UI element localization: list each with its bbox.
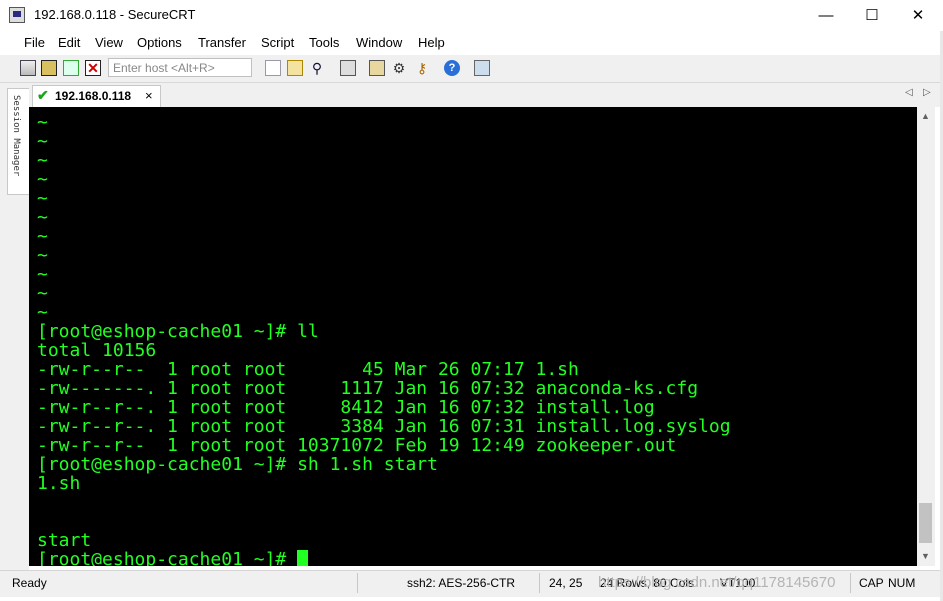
menu-transfer[interactable]: Transfer xyxy=(198,35,246,50)
terminal-line: [root@eshop-cache01 ~]# ll xyxy=(37,321,319,342)
copy-icon[interactable] xyxy=(265,60,281,76)
securecrt-app-icon xyxy=(9,7,25,23)
terminal-cursor xyxy=(297,550,309,566)
reconnect-icon[interactable] xyxy=(41,60,57,76)
status-divider xyxy=(357,573,358,593)
terminal-line: -rw-r--r-- 1 root root 10371072 Feb 19 1… xyxy=(37,435,677,456)
terminal-line: ~ xyxy=(37,283,48,304)
status-state: Ready xyxy=(12,576,47,590)
terminal-line: ~ xyxy=(37,150,48,171)
terminal-line: ~ xyxy=(37,264,48,285)
menu-file[interactable]: File xyxy=(24,35,45,50)
terminal-line: ~ xyxy=(37,207,48,228)
tab-scroll-left-icon[interactable]: ◁ xyxy=(905,87,913,98)
terminal-line: -rw-------. 1 root root 1117 Jan 16 07:3… xyxy=(37,378,699,399)
tab-scroll-right-icon[interactable]: ▷ xyxy=(923,87,931,98)
status-cipher: ssh2: AES-256-CTR xyxy=(407,576,516,590)
menu-edit[interactable]: Edit xyxy=(58,35,80,50)
terminal-line: [root@eshop-cache01 ~]# sh 1.sh start xyxy=(37,454,438,475)
tab-label: 192.168.0.118 xyxy=(55,89,132,103)
close-window-button[interactable]: ✕ xyxy=(895,0,941,31)
session-manager-sidebar: Session Manager xyxy=(0,83,30,573)
minimize-button[interactable]: — xyxy=(803,0,849,31)
quick-connect-input[interactable]: Enter host <Alt+R> xyxy=(108,58,252,77)
menu-view[interactable]: View xyxy=(95,35,123,50)
watermark-text: https://blog.csdn.net/qq1178145670 xyxy=(598,574,836,591)
terminal-line: total 10156 xyxy=(37,340,157,361)
toolbar: ✕ Enter host <Alt+R> ⚲ ⚙ ⚷ ? xyxy=(0,55,940,83)
session-tab-bar: ✔ 192.168.0.118 × ◁ ▷ xyxy=(29,83,940,107)
disconnect-icon[interactable]: ✕ xyxy=(85,60,101,76)
status-divider xyxy=(850,573,851,593)
terminal-scrollbar[interactable]: ▲ ▼ xyxy=(917,107,935,566)
terminal-line: ~ xyxy=(37,112,48,133)
global-options-icon[interactable]: ⚙ xyxy=(391,60,407,76)
terminal-prompt-line: [root@eshop-cache01 ~]# xyxy=(37,550,731,566)
terminal-line: ~ xyxy=(37,188,48,209)
status-num-lock: NUM xyxy=(888,576,916,590)
menu-script[interactable]: Script xyxy=(261,35,294,50)
status-cursor-position: 24, 25 xyxy=(549,576,583,590)
menu-bar: File Edit View Options Transfer Script T… xyxy=(0,31,940,55)
session-manager-label: Session Manager xyxy=(11,95,21,177)
terminal-output: ~ ~ ~ ~ ~ ~ ~ ~ ~ ~ ~ [root@eshop-cache0… xyxy=(37,113,731,566)
connected-check-icon: ✔ xyxy=(37,87,49,103)
terminal-line: ~ xyxy=(37,169,48,190)
tab-session-192-168-0-118[interactable]: ✔ 192.168.0.118 × xyxy=(32,85,161,107)
terminal-line: ~ xyxy=(37,245,48,266)
session-manager-tab[interactable]: Session Manager xyxy=(7,88,30,195)
menu-tools[interactable]: Tools xyxy=(309,35,339,50)
print-icon[interactable] xyxy=(340,60,356,76)
help-icon[interactable]: ? xyxy=(444,60,460,76)
menu-options[interactable]: Options xyxy=(137,35,182,50)
scroll-up-arrow-icon[interactable]: ▲ xyxy=(921,111,930,121)
terminal-line: -rw-r--r--. 1 root root 8412 Jan 16 07:3… xyxy=(37,397,655,418)
scroll-down-arrow-icon[interactable]: ▼ xyxy=(921,551,930,561)
terminal-line: ~ xyxy=(37,226,48,247)
sftp-icon[interactable] xyxy=(474,60,490,76)
terminal-screen[interactable]: ~ ~ ~ ~ ~ ~ ~ ~ ~ ~ ~ [root@eshop-cache0… xyxy=(29,107,917,566)
terminal-line: 1.sh xyxy=(37,473,81,494)
keymap-icon[interactable]: ⚷ xyxy=(414,60,430,76)
terminal-line: -rw-r--r--. 1 root root 3384 Jan 16 07:3… xyxy=(37,416,731,437)
terminal-line: ~ xyxy=(37,131,48,152)
status-divider xyxy=(539,573,540,593)
title-bar: 192.168.0.118 - SecureCRT — ☐ ✕ xyxy=(0,0,943,31)
tab-close-icon[interactable]: × xyxy=(145,88,153,103)
connect-icon[interactable] xyxy=(20,60,36,76)
terminal-line: start xyxy=(37,530,92,551)
maximize-button[interactable]: ☐ xyxy=(849,0,895,31)
session-options-icon[interactable] xyxy=(369,60,385,76)
menu-window[interactable]: Window xyxy=(356,35,402,50)
menu-help[interactable]: Help xyxy=(418,35,445,50)
window-title: 192.168.0.118 - SecureCRT xyxy=(34,7,196,22)
status-caps-lock: CAP xyxy=(859,576,884,590)
terminal-line: ~ xyxy=(37,302,48,323)
terminal-prompt: [root@eshop-cache01 ~]# xyxy=(37,549,298,566)
find-icon[interactable]: ⚲ xyxy=(309,60,325,76)
paste-icon[interactable] xyxy=(287,60,303,76)
reconnect-all-icon[interactable] xyxy=(63,60,79,76)
scrollbar-thumb[interactable] xyxy=(919,503,932,543)
terminal-line: -rw-r--r-- 1 root root 45 Mar 26 07:17 1… xyxy=(37,359,579,380)
